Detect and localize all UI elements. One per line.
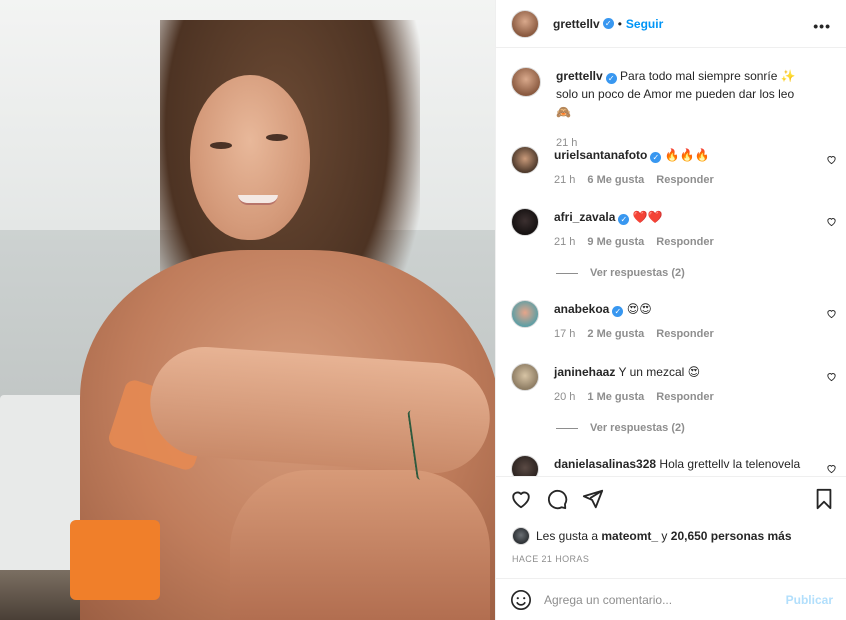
comment-item: anabekoa ✓ 😍😍 17 h 2 Me gusta Responder (511, 300, 836, 340)
comment-text: 🔥🔥🔥 (664, 148, 710, 162)
likes-connector: y (661, 529, 668, 543)
comment-text: Hola grettellv la telenovela (659, 457, 801, 471)
comment-like-icon[interactable] (826, 371, 837, 382)
commenter-avatar[interactable] (511, 455, 539, 476)
commenter-avatar[interactable] (511, 146, 539, 174)
post-timestamp[interactable]: HACE 21 HORAS (512, 554, 589, 564)
view-replies-label: Ver respuestas (2) (590, 267, 685, 279)
replies-line (556, 427, 578, 429)
photo-eye-left (210, 142, 232, 149)
comment-username[interactable]: janinehaaz (554, 365, 615, 379)
comment-username[interactable]: anabekoa (554, 302, 609, 316)
comment-likes[interactable]: 1 Me gusta (587, 391, 644, 403)
add-comment-bar: Publicar (496, 578, 846, 620)
more-options-icon[interactable]: ••• (813, 18, 831, 34)
verified-icon: ✓ (612, 306, 624, 317)
post-actions: Les gusta a mateomt_ y 20,650 personas m… (496, 476, 846, 576)
publish-button[interactable]: Publicar (786, 593, 833, 607)
reply-button[interactable]: Responder (656, 391, 713, 403)
photo-knee (230, 470, 490, 620)
comment-input[interactable] (544, 592, 764, 607)
comment-like-icon[interactable] (826, 308, 837, 319)
commenter-avatar[interactable] (511, 208, 539, 236)
photo-mouth (238, 195, 278, 205)
comment-time: 17 h (554, 328, 576, 340)
comment-item: danielasalinas328 Hola grettellv la tele… (511, 455, 836, 476)
liker-username[interactable]: mateomt_ (601, 529, 658, 543)
comment-like-icon[interactable] (826, 463, 837, 474)
comment-like-icon[interactable] (826, 154, 837, 165)
caption: grettellv ✓ Para todo mal siempre sonríe … (511, 67, 836, 149)
comment-time: 20 h (554, 391, 576, 403)
share-icon[interactable] (582, 488, 604, 510)
comment-likes[interactable]: 2 Me gusta (587, 328, 644, 340)
instagram-post: grettellv ✓ • Seguir ••• grettellv ✓ Para… (0, 0, 846, 620)
reply-button[interactable]: Responder (656, 236, 713, 248)
photo-eye-right (266, 134, 288, 141)
emoji-icon[interactable] (510, 589, 532, 611)
verified-icon: ✓ (650, 152, 662, 163)
liker-avatar[interactable] (512, 527, 530, 545)
view-replies-button[interactable]: Ver respuestas (2) (556, 422, 685, 434)
view-replies-label: Ver respuestas (2) (590, 422, 685, 434)
author-avatar[interactable] (511, 9, 539, 38)
comment-icon[interactable] (546, 488, 568, 510)
author-avatar[interactable] (511, 67, 541, 97)
reply-button[interactable]: Responder (656, 328, 713, 340)
comment-time: 21 h (554, 174, 576, 186)
likes-summary: Les gusta a mateomt_ y 20,650 personas m… (512, 527, 792, 545)
comment-username[interactable]: danielasalinas328 (554, 457, 656, 471)
reply-button[interactable]: Responder (656, 174, 713, 186)
comment-item: janinehaaz Y un mezcal 😍 20 h 1 Me gusta… (511, 363, 836, 403)
replies-line (556, 272, 578, 274)
verified-icon: ✓ (602, 18, 614, 29)
post-header: grettellv ✓ • Seguir ••• (496, 0, 846, 48)
follow-button[interactable]: Seguir (626, 17, 663, 31)
caption-username[interactable]: grettellv (556, 69, 603, 83)
comment-username[interactable]: urielsantanafoto (554, 148, 647, 162)
comment-like-icon[interactable] (826, 216, 837, 227)
comment-username[interactable]: afri_zavala (554, 210, 615, 224)
comment-text: 😍😍 (626, 302, 652, 316)
commenter-avatar[interactable] (511, 363, 539, 391)
photo-bottom (70, 520, 160, 600)
verified-icon: ✓ (618, 214, 630, 225)
commenter-avatar[interactable] (511, 300, 539, 328)
comments-list[interactable]: grettellv ✓ Para todo mal siempre sonríe … (496, 48, 846, 476)
heart-icon[interactable] (510, 488, 532, 510)
view-replies-button[interactable]: Ver respuestas (2) (556, 267, 685, 279)
comment-text: ❤️❤️ (632, 210, 663, 224)
author-username[interactable]: grettellv (553, 17, 600, 31)
comment-likes[interactable]: 9 Me gusta (587, 236, 644, 248)
post-panel: grettellv ✓ • Seguir ••• grettellv ✓ Para… (495, 0, 846, 620)
comment-item: afri_zavala ✓ ❤️❤️ 21 h 9 Me gusta Respon… (511, 208, 836, 248)
verified-icon: ✓ (605, 73, 617, 84)
likes-prefix: Les gusta a (536, 529, 599, 543)
comment-time: 21 h (554, 236, 576, 248)
comment-text: Y un mezcal 😍 (618, 365, 701, 379)
post-photo[interactable] (0, 0, 495, 620)
comment-item: urielsantanafoto ✓ 🔥🔥🔥 21 h 6 Me gusta Re… (511, 146, 836, 186)
photo-face (190, 75, 310, 240)
likes-count[interactable]: 20,650 personas más (671, 529, 792, 543)
separator-dot: • (617, 16, 622, 31)
bookmark-icon[interactable] (813, 488, 835, 510)
comment-likes[interactable]: 6 Me gusta (587, 174, 644, 186)
